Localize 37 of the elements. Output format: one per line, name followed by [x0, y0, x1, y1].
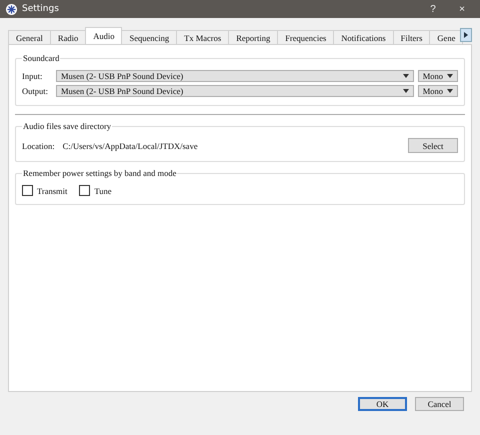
checkbox[interactable]: [22, 185, 33, 196]
select-button[interactable]: Select: [408, 138, 458, 153]
field-label: Location:: [22, 140, 55, 150]
group-title: Remember power settings by band and mode: [22, 168, 178, 178]
tab[interactable]: Radio: [50, 30, 86, 44]
tab[interactable]: Gene: [429, 30, 464, 44]
tab[interactable]: General: [8, 30, 51, 44]
tab[interactable]: Tx Macros: [176, 30, 230, 44]
tab[interactable]: Audio: [85, 27, 122, 44]
caret-icon: [447, 74, 453, 78]
help-button[interactable]: ?: [421, 4, 445, 14]
device-dropdown[interactable]: Musen (2- USB PnP Sound Device): [56, 85, 414, 97]
close-button[interactable]: ×: [450, 4, 474, 14]
app-logo-icon: [6, 4, 17, 14]
checkbox-label: Tune: [94, 186, 112, 196]
directory-path: C:/Users/vs/AppData/Local/JTDX/save: [62, 140, 199, 150]
caret-icon: [447, 89, 453, 93]
group-title: Audio files save directory: [22, 121, 112, 131]
scroll-right-icon[interactable]: [460, 28, 472, 42]
tab[interactable]: Frequencies: [277, 30, 334, 44]
dialog-button[interactable]: OK: [358, 397, 407, 411]
caret-icon: [402, 89, 409, 93]
channel-dropdown[interactable]: Mono: [418, 70, 458, 82]
window-title: Settings: [22, 4, 60, 14]
tab[interactable]: Notifications: [333, 30, 394, 44]
channel-dropdown[interactable]: Mono: [418, 85, 458, 97]
field-label: Input:: [22, 71, 44, 81]
field-label: Output:: [22, 86, 49, 96]
tab[interactable]: Filters: [392, 30, 430, 44]
checkbox-label: Transmit: [37, 186, 68, 196]
tab[interactable]: Sequencing: [121, 30, 178, 44]
dialog-button[interactable]: Cancel: [415, 397, 464, 411]
group-title: Soundcard: [22, 53, 60, 63]
caret-icon: [402, 74, 409, 78]
checkbox[interactable]: [79, 185, 90, 196]
tab[interactable]: Reporting: [228, 30, 278, 44]
device-dropdown[interactable]: Musen (2- USB PnP Sound Device): [56, 70, 414, 82]
